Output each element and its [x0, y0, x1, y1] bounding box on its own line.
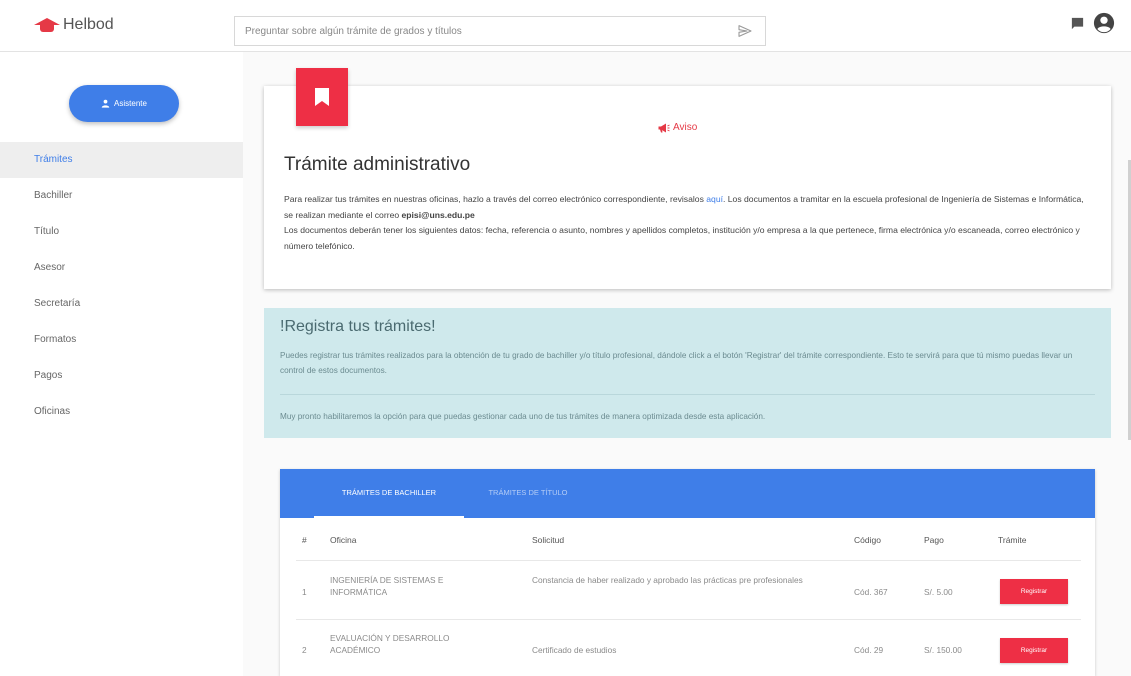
col-header-request[interactable]: Solicitud: [532, 535, 564, 545]
row-2-payment: S/. 150.00: [924, 645, 962, 655]
divider: [280, 394, 1095, 395]
col-header-num: #: [302, 535, 307, 545]
col-header-code[interactable]: Código: [854, 535, 881, 545]
tab-titulo-label: TRÁMITES DE TÍTULO: [488, 488, 568, 497]
sidebar-item-formatos[interactable]: Formatos: [0, 322, 243, 358]
notice-link-aqui[interactable]: aquí: [706, 194, 723, 204]
row-1-num: 1: [302, 587, 307, 597]
row-1-office: INGENIERÍA DE SISTEMAS E INFORMÁTICA: [330, 575, 444, 597]
col-header-payment[interactable]: Pago: [924, 535, 944, 545]
tab-titulo[interactable]: TRÁMITES DE TÍTULO: [468, 469, 588, 518]
notice-card: Aviso Trámite administrativo Para realiz…: [264, 86, 1111, 289]
notice-email: episi@uns.edu.pe: [401, 209, 475, 220]
search-bar: [234, 16, 766, 46]
notice-body: Para realizar tus trámites en nuestras o…: [284, 192, 1084, 254]
tab-bachiller-label: TRÁMITES DE BACHILLER: [341, 488, 437, 497]
assistant-label: Asistente: [114, 99, 147, 108]
search-input[interactable]: [235, 17, 725, 45]
send-icon[interactable]: [737, 23, 753, 39]
notice-text-1: Para realizar tus trámites en nuestras o…: [284, 194, 707, 204]
register-soon-text: Muy pronto habilitaremos la opción para …: [280, 412, 766, 421]
row-2-office: EVALUACIÓN Y DESARROLLO ACADÉMICO: [330, 633, 450, 655]
procedures-card: TRÁMITES DE BACHILLER TRÁMITES DE TÍTULO…: [280, 469, 1095, 676]
row-2-request: Certificado de estudios: [532, 645, 617, 655]
row-2-num: 2: [302, 645, 307, 655]
row-1-code: Cód. 367: [854, 587, 888, 597]
account-circle-icon[interactable]: [1093, 12, 1115, 34]
graduation-cap-icon: [34, 14, 60, 36]
row-1-request: Constancia de haber realizado y aprobado…: [532, 575, 803, 585]
user-icon: [101, 99, 110, 108]
register-button[interactable]: Registrar: [1000, 579, 1068, 604]
sidebar-item-pagos[interactable]: Pagos: [0, 358, 243, 394]
aviso-text: Aviso: [673, 122, 698, 133]
app-name: Helbod: [63, 16, 114, 33]
sidebar: Asistente Trámites Bachiller Título Ases…: [0, 52, 243, 676]
row-separator: [296, 619, 1081, 620]
tab-bachiller[interactable]: TRÁMITES DE BACHILLER: [314, 469, 464, 518]
tab-indicator: [314, 516, 464, 518]
register-text: Puedes registrar tus trámites realizados…: [280, 351, 1073, 375]
sidebar-nav: Trámites Bachiller Título Asesor Secreta…: [0, 142, 243, 430]
col-header-action: Trámite: [998, 535, 1027, 545]
row-separator: [296, 560, 1081, 561]
col-header-office[interactable]: Oficina: [330, 535, 356, 545]
sidebar-item-titulo[interactable]: Título: [0, 214, 243, 250]
bookmark-icon: [315, 88, 329, 106]
sidebar-item-asesor[interactable]: Asesor: [0, 250, 243, 286]
sidebar-item-tramites[interactable]: Trámites: [0, 142, 243, 178]
megaphone-icon: [658, 123, 670, 132]
sidebar-item-oficinas[interactable]: Oficinas: [0, 394, 243, 430]
register-info-card: !Registra tus trámites! Puedes registrar…: [264, 308, 1111, 438]
top-bar: Helbod: [0, 0, 1131, 52]
assistant-button[interactable]: Asistente: [69, 85, 179, 122]
register-button[interactable]: Registrar: [1000, 638, 1068, 663]
sidebar-item-secretaria[interactable]: Secretaría: [0, 286, 243, 322]
sidebar-item-bachiller[interactable]: Bachiller: [0, 178, 243, 214]
notice-title: Trámite administrativo: [284, 154, 471, 175]
row-2-code: Cód. 29: [854, 645, 884, 655]
aviso-label: Aviso: [658, 122, 697, 133]
row-1-payment: S/. 5.00: [924, 587, 953, 597]
bookmark-badge: [296, 68, 348, 126]
register-title: !Registra tus trámites!: [280, 318, 436, 335]
app-logo[interactable]: Helbod: [34, 14, 114, 36]
procedures-tabs: TRÁMITES DE BACHILLER TRÁMITES DE TÍTULO: [280, 469, 1095, 518]
notice-text-3: Los documentos deberán tener los siguien…: [284, 225, 1080, 251]
chat-icon[interactable]: [1070, 16, 1085, 31]
